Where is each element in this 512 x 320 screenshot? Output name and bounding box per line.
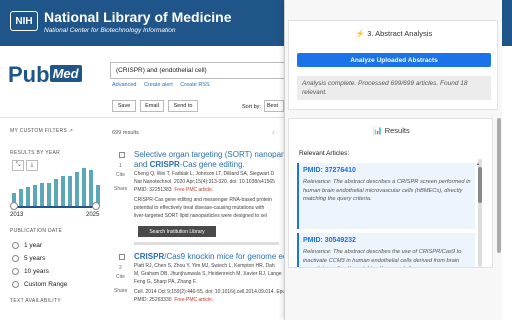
extension-panel: ⚡ 3. Abstract Analysis Analyze Uploaded …	[284, 0, 502, 320]
abstract-analysis-card: ⚡ 3. Abstract Analysis Analyze Uploaded …	[288, 20, 498, 110]
article-2-authors: Platt RJ, Chen S, Zhou Y, Yim MJ, Swiech…	[134, 263, 275, 269]
results-by-year-label: RESULTS BY YEAR	[10, 150, 61, 156]
article-2-share[interactable]: Share	[114, 288, 127, 294]
search-input[interactable]: (CRISPR) and (endothelial cell)	[110, 62, 290, 79]
histogram-bar[interactable]	[19, 188, 23, 206]
scroll-up-icon[interactable]: ▲	[476, 161, 480, 166]
year-slider-end-knob[interactable]	[92, 202, 100, 210]
logo-med: Med	[49, 65, 82, 82]
panel-scrollbar[interactable]	[497, 118, 501, 253]
date-option-custom-range[interactable]: Custom Range	[12, 281, 67, 288]
article-2-authors-2: M, Graham DB, Jhunjhunwala S, Heidenreic…	[134, 271, 282, 277]
year-histogram[interactable]	[12, 168, 100, 206]
bar-chart-icon: 📊	[373, 126, 383, 135]
radio-icon	[12, 281, 19, 288]
analysis-status: Analysis complete. Processed 699/699 art…	[297, 76, 491, 100]
year-end: 2025	[86, 212, 100, 218]
relevance-text: Relevance: The abstract describes a CRIS…	[303, 179, 471, 202]
histogram-bar[interactable]	[54, 179, 58, 206]
histogram-bar[interactable]	[61, 176, 65, 206]
article-1-number: 1	[119, 163, 122, 169]
relevant-pmid-link[interactable]: PMID: 37276410	[303, 167, 356, 174]
text-availability-label: TEXT AVAILABILITY	[10, 298, 61, 304]
histogram-bar[interactable]	[75, 171, 79, 206]
relevant-article-item[interactable]: PMID: 30549232 Relevance: The abstract d…	[297, 233, 475, 267]
search-institution-library-button[interactable]: Search Institution Library	[138, 226, 216, 237]
relevant-pmid-link[interactable]: PMID: 30549232	[303, 237, 356, 244]
article-2-authors-3: Feng G, Sharp PA, Zhang F.	[134, 279, 197, 285]
article-1-snippet-3: liver-targeted SORT lipid nanoparticles …	[134, 213, 267, 219]
results-count: 699 results	[112, 130, 139, 136]
relevant-articles-label: Relevant Articles:	[299, 150, 350, 157]
article-1-snippet-1: CRISPR-Cas gene editing and messenger RN…	[134, 197, 272, 203]
collapse-chevron-icon[interactable]: ‹	[272, 127, 275, 137]
histogram-bar[interactable]	[47, 183, 51, 206]
article-1-snippet-2: potential to effectively treat disease-c…	[134, 205, 265, 211]
date-option-1-year[interactable]: 1 year	[12, 242, 42, 249]
analyze-abstracts-button[interactable]: Analyze Uploaded Abstracts	[297, 53, 491, 67]
article-1-title-line2[interactable]: and CRISPR-Cas gene editing.	[134, 160, 284, 169]
sort-select[interactable]: Best	[264, 100, 284, 112]
radio-icon	[12, 242, 19, 249]
sort-by-label: Sort by:	[242, 104, 261, 110]
publication-date-label: PUBLICATION DATE	[10, 228, 63, 234]
custom-filters-label[interactable]: MY CUSTOM FILTERS ↗	[10, 128, 73, 134]
year-start: 2013	[10, 212, 24, 218]
external-link-icon: ↗	[68, 128, 74, 134]
radio-icon	[12, 255, 19, 262]
header-title[interactable]: National Library of Medicine	[44, 9, 231, 25]
abstract-analysis-title: ⚡ 3. Abstract Analysis	[355, 29, 433, 38]
article-2-title[interactable]: CRISPR/Cas9 knockin mice for genome edit…	[134, 252, 284, 261]
create-rss-link[interactable]: Create RSS	[180, 82, 209, 88]
histogram-bar[interactable]	[40, 183, 44, 206]
send-to-button[interactable]: Send to	[168, 100, 198, 112]
save-button[interactable]: Save	[112, 100, 136, 112]
article-1-cite[interactable]: Cite	[116, 172, 125, 178]
create-alert-link[interactable]: Create alert	[144, 82, 173, 88]
relevance-text: Relevance: The abstract describes the us…	[303, 249, 462, 267]
date-option-10-years[interactable]: 10 years	[12, 268, 49, 275]
article-2-number: 2	[119, 265, 122, 271]
article-1-share[interactable]: Share	[114, 186, 127, 192]
article-1-pmid: PMID: 32251383 Free PMC article.	[134, 187, 214, 193]
logo-pub: Pub	[8, 62, 50, 87]
histogram-bar[interactable]	[26, 187, 30, 206]
lightning-icon: ⚡	[355, 29, 366, 38]
histogram-bar[interactable]	[82, 168, 86, 206]
header-subtitle: National Center for Biotechnology Inform…	[44, 27, 176, 34]
year-slider-track[interactable]	[14, 206, 96, 208]
article-2-citation: Cell. 2014 Oct 9;159(2):440-55. doi: 10.…	[134, 289, 284, 295]
radio-icon	[12, 268, 19, 275]
article-1-title[interactable]: Selective organ targeting (SORT) nanopar…	[134, 150, 284, 159]
results-scrollbar-thumb[interactable]	[478, 167, 482, 203]
advanced-link[interactable]: Advanced	[112, 82, 136, 88]
results-title: 📊 Results	[373, 126, 410, 135]
article-1-checkbox[interactable]	[119, 152, 125, 158]
year-slider-start-knob[interactable]	[10, 202, 18, 210]
article-1-authors: Cheng Q, Wei T, Farbiak L, Johnson LT, D…	[134, 171, 275, 177]
article-2-cite[interactable]: Cite	[116, 274, 125, 280]
histogram-bar[interactable]	[68, 175, 72, 206]
search-links: Advanced Create alert Create RSS	[112, 82, 216, 88]
email-button[interactable]: Email	[140, 100, 164, 112]
pubmed-logo[interactable]: Pub Med	[8, 62, 82, 88]
results-card: 📊 Results Relevant Articles: PMID: 37276…	[288, 118, 493, 268]
divider	[134, 242, 279, 245]
article-1-citation: Nat Nanotechnol. 2020 Apr;15(4):313-320.…	[134, 179, 275, 185]
relevant-article-item[interactable]: PMID: 37276410 Relevance: The abstract d…	[297, 163, 475, 229]
nih-logo[interactable]: NIH	[10, 11, 38, 31]
date-option-5-years[interactable]: 5 years	[12, 255, 45, 262]
histogram-bar[interactable]	[89, 169, 93, 206]
histogram-bar[interactable]	[33, 185, 37, 206]
article-2-checkbox[interactable]	[119, 254, 125, 260]
article-2-pmid: PMID: 25263330 Free PMC article.	[134, 297, 214, 303]
divider	[0, 117, 285, 118]
